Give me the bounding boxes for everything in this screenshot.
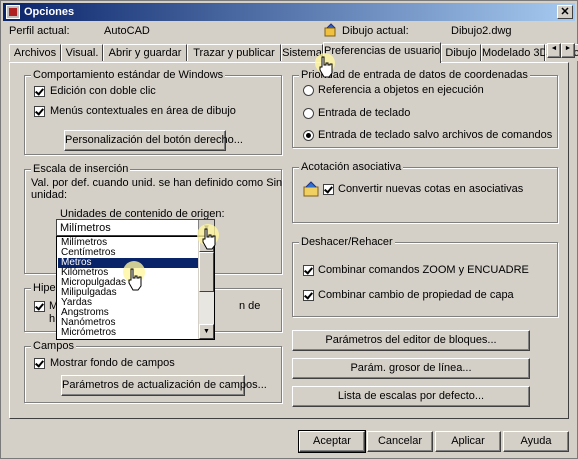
profile-label: Perfil actual: [9,25,70,37]
tab-modelado-3d[interactable]: Modelado 3D [481,44,547,61]
combine-zoom-label: Combinar comandos ZOOM y ENCUADRE [318,264,529,276]
lineweight-settings-button[interactable]: Parám. grosor de línea... [292,358,530,379]
running-osnap-radio[interactable] [303,85,314,96]
tab-scroll-right[interactable]: ► [561,43,575,58]
close-button[interactable]: ✕ [557,5,573,19]
default-scale-list-button[interactable]: Lista de escalas por defecto... [292,386,530,407]
scroll-down-button[interactable]: ▼ [199,324,214,339]
drawing-value: Dibujo2.dwg [451,25,512,37]
drawing-icon [324,23,336,37]
fields-group: Campos Mostrar fondo de campos Parámetro… [24,340,282,403]
apply-button[interactable]: Aplicar [435,431,501,452]
block-editor-settings-button[interactable]: Parámetros del editor de bloques... [292,330,530,351]
association-icon [303,181,319,197]
field-background-checkbox[interactable] [34,358,45,369]
group-title: Escala de inserción [31,163,131,175]
cancel-button[interactable]: Cancelar [367,431,433,452]
hyperlink-checkbox[interactable] [34,301,45,312]
combine-layer-label: Combinar cambio de propiedad de capa [318,289,514,301]
field-background-label: Mostrar fondo de campos [50,357,175,369]
associative-dim-group: Acotación asociativa Convertir nuevas co… [292,161,558,223]
ok-button[interactable]: Aceptar [298,430,366,453]
associative-dim-label: Convertir nuevas cotas en asociativas [338,183,524,195]
hand-cursor-icon [315,53,335,78]
tab-abrir-guardar[interactable]: Abrir y guardar [103,44,187,61]
right-click-customization-button[interactable]: Personalización del botón derecho... [64,130,243,151]
hyperlink-label-tail: n de [239,300,261,312]
source-units-combo[interactable]: Milímetros ▼ [56,219,215,236]
scroll-thumb[interactable] [199,252,214,292]
drawing-label: Dibujo actual: [342,25,409,37]
tab-preferencias-usuario[interactable]: Preferencias de usuario [323,42,441,63]
keyboard-entry-label: Entrada de teclado [318,107,411,119]
associative-dim-checkbox[interactable] [323,184,334,195]
coord-priority-group: Prioridad de entrada de datos de coorden… [292,69,558,148]
hand-cursor-icon [197,224,219,250]
running-osnap-label: Referencia a objetos en ejecución [318,84,484,96]
window-title: Opciones [24,6,75,18]
combine-zoom-checkbox[interactable] [303,265,314,276]
double-click-label: Edición con doble clic [50,85,156,97]
help-button[interactable]: Ayuda [503,431,569,452]
list-item[interactable]: Micrómetros [58,328,203,338]
insertion-desc-2: unidad: [31,189,68,201]
group-title: Campos [31,340,76,352]
keyboard-except-scripts-radio[interactable] [303,130,314,141]
dropdown-scrollbar[interactable]: ▲ ▼ [198,237,214,339]
hand-cursor-icon [123,261,145,291]
tab-visual[interactable]: Visual. [61,44,103,61]
insertion-desc-1: Val. por def. cuando unid. se han defini… [31,177,283,189]
tab-trazar-publicar[interactable]: Trazar y publicar [187,44,281,61]
keyboard-except-scripts-label: Entrada de teclado salvo archivos de com… [318,129,553,141]
tab-scroll-left[interactable]: ◄ [547,43,561,58]
combine-layer-checkbox[interactable] [303,290,314,301]
undo-redo-group: Deshacer/Rehacer Combinar comandos ZOOM … [292,236,558,317]
combo-value: Milímetros [60,222,111,234]
tab-dibujo[interactable]: Dibujo [441,44,481,61]
field-update-button[interactable]: Parámetros de actualización de campos... [61,375,267,396]
group-title: Comportamiento estándar de Windows [31,69,226,81]
tab-archivos[interactable]: Archivos [9,44,61,61]
group-title: Acotación asociativa [299,161,404,173]
app-icon [6,5,20,19]
title-bar[interactable]: Opciones ✕ [3,3,575,21]
context-menus-label: Menús contextuales en área de dibujo [50,105,236,117]
profile-value: AutoCAD [104,25,150,37]
group-title: Deshacer/Rehacer [299,236,395,248]
options-dialog: Opciones ✕ Perfil actual: AutoCAD Dibujo… [0,0,578,459]
context-menus-checkbox[interactable] [34,106,45,117]
windows-behavior-group: Comportamiento estándar de Windows Edici… [24,69,282,155]
double-click-checkbox[interactable] [34,86,45,97]
hyperlink-label-2: h [49,313,56,325]
keyboard-entry-radio[interactable] [303,108,314,119]
